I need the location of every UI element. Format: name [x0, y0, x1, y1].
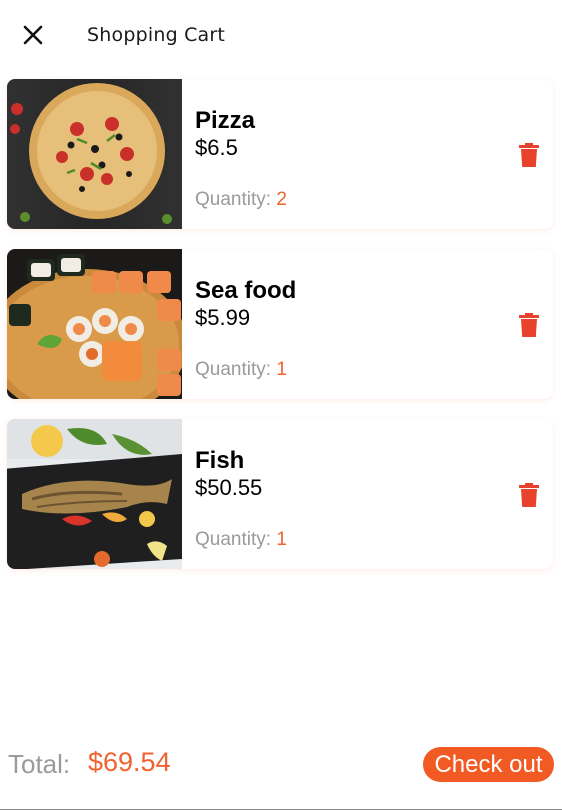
- shopping-cart-screen: Shopping Cart Pizza $6.5 Quantity: 2 Sea…: [0, 0, 562, 810]
- trash-icon: [519, 313, 539, 337]
- item-name: Sea food: [195, 277, 297, 304]
- header: Shopping Cart: [0, 0, 562, 70]
- item-price: $5.99: [195, 305, 251, 330]
- quantity-label: Quantity:: [195, 529, 272, 550]
- item-name: Fish: [195, 447, 245, 474]
- pizza-image: [7, 79, 182, 229]
- checkout-button[interactable]: Check out: [423, 747, 554, 782]
- total-label: Total:: [8, 749, 71, 779]
- close-button[interactable]: [18, 20, 48, 50]
- cart-list: Pizza $6.5 Quantity: 2 Sea food $5.99 Qu…: [7, 79, 553, 589]
- item-price: $50.55: [195, 475, 263, 500]
- item-quantity: Quantity: 2: [195, 189, 287, 211]
- cart-item[interactable]: Pizza $6.5 Quantity: 2: [7, 79, 553, 229]
- delete-button[interactable]: [515, 310, 543, 340]
- item-name: Pizza: [195, 107, 256, 134]
- quantity-value: 2: [276, 189, 287, 210]
- item-price: $6.5: [195, 135, 238, 160]
- quantity-value: 1: [276, 359, 287, 380]
- grilled-fish-image: [7, 419, 182, 569]
- quantity-label: Quantity:: [195, 189, 272, 210]
- item-quantity: Quantity: 1: [195, 359, 287, 381]
- item-quantity: Quantity: 1: [195, 529, 287, 551]
- trash-icon: [519, 483, 539, 507]
- page-title: Shopping Cart: [87, 24, 226, 46]
- trash-icon: [519, 143, 539, 167]
- close-icon: [23, 25, 43, 45]
- delete-button[interactable]: [515, 140, 543, 170]
- cart-item[interactable]: Sea food $5.99 Quantity: 1: [7, 249, 553, 399]
- sushi-image: [7, 249, 182, 399]
- quantity-value: 1: [276, 529, 287, 550]
- total-value: $69.54: [88, 747, 171, 777]
- delete-button[interactable]: [515, 480, 543, 510]
- quantity-label: Quantity:: [195, 359, 272, 380]
- cart-item[interactable]: Fish $50.55 Quantity: 1: [7, 419, 553, 569]
